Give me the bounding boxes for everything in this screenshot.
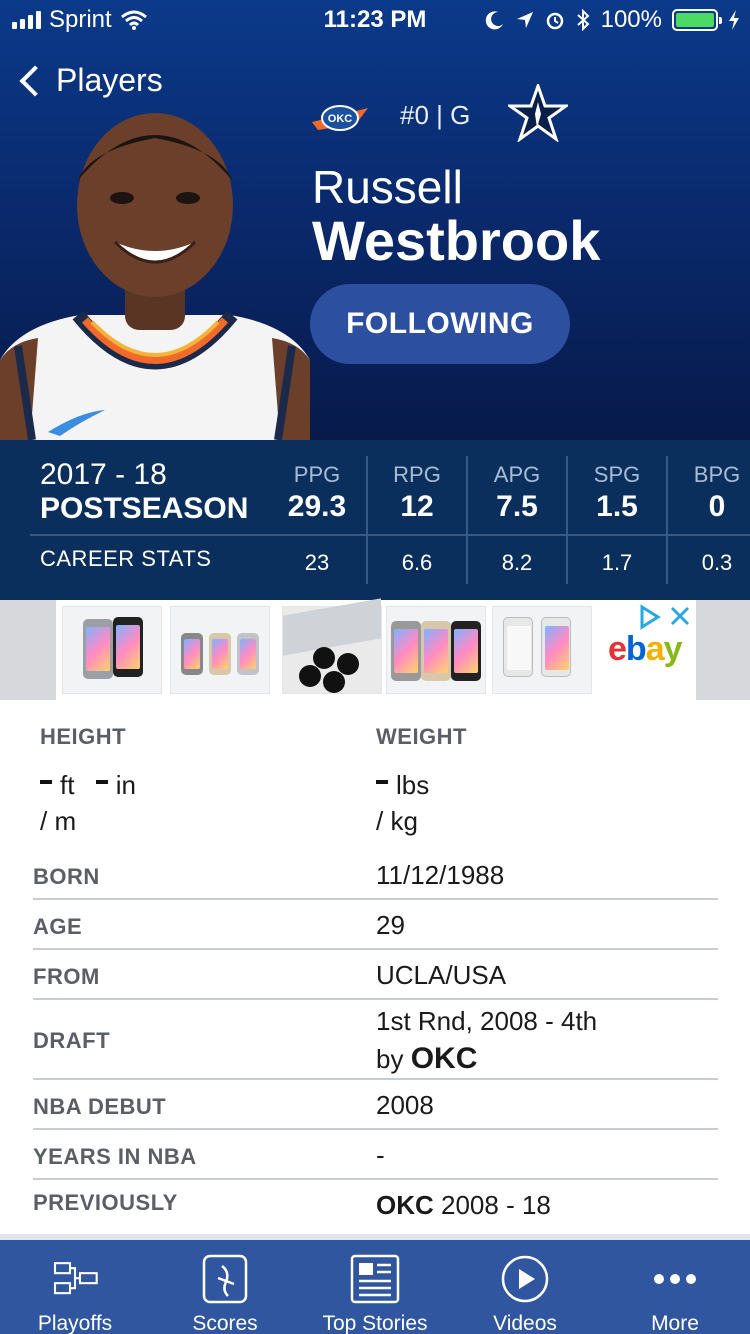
following-button[interactable]: FOLLOWING — [310, 284, 570, 364]
row-divider — [33, 898, 718, 900]
player-first-name: Russell — [312, 161, 463, 213]
stat-career-value: 23 — [304, 550, 330, 575]
all-star-icon — [508, 84, 568, 142]
bio-key: PREVIOUSLY — [33, 1190, 178, 1215]
weight-value: lbs — [376, 770, 429, 801]
scores-icon — [202, 1254, 248, 1304]
ad-product-image[interactable] — [62, 606, 162, 694]
okc-team-logo: OKC — [312, 105, 368, 131]
height-metric: / m — [40, 806, 77, 836]
bracket-icon — [53, 1262, 98, 1295]
tab-scores[interactable]: Scores — [150, 1246, 300, 1334]
row-divider — [33, 1128, 718, 1130]
chevron-left-icon — [19, 64, 51, 97]
stat-label: RPG — [393, 462, 441, 487]
player-photo — [0, 113, 310, 440]
tab-label: More — [651, 1312, 699, 1334]
tab-playoffs[interactable]: Playoffs — [0, 1246, 150, 1334]
tab-label: Top Stories — [322, 1312, 428, 1334]
bluetooth-icon — [576, 9, 590, 31]
player-last-name: Westbrook — [312, 209, 601, 272]
row-divider — [33, 1178, 718, 1180]
tab-more[interactable]: More — [600, 1246, 750, 1334]
ad-banner[interactable]: ebay — [0, 598, 750, 700]
alarm-icon — [546, 12, 563, 30]
bio-value: 29 — [376, 910, 405, 940]
bio-key: BORN — [33, 864, 100, 889]
stat-label: PPG — [293, 462, 341, 487]
bio-value: 2008 — [376, 1090, 434, 1120]
bio-value-line1: 1st Rnd, 2008 - 4th — [376, 1006, 598, 1036]
tab-label: Playoffs — [37, 1312, 113, 1334]
stat-career-value: 0.3 — [701, 550, 733, 575]
ad-product-image[interactable] — [170, 606, 270, 694]
jersey-number-position: #0 | G — [400, 100, 471, 130]
bio-value-line2: by OKC — [376, 1042, 478, 1075]
stat-spg: SPG 1.5 1.7 — [567, 454, 667, 586]
stat-label: BPG — [693, 462, 741, 487]
stat-ppg: PPG 29.3 23 — [267, 454, 367, 586]
stat-value: 29.3 — [287, 490, 347, 523]
play-icon — [501, 1255, 549, 1303]
bio-key: NBA DEBUT — [33, 1094, 167, 1119]
tab-top-stories[interactable]: Top Stories — [300, 1246, 450, 1334]
bio-value: 11/12/1988 — [376, 860, 505, 890]
moon-icon — [485, 11, 503, 30]
stat-label: SPG — [593, 462, 641, 487]
row-divider — [33, 1078, 718, 1080]
location-icon — [516, 12, 533, 28]
battery-percent: 100% — [600, 6, 662, 33]
team-logo-text: OKC — [328, 113, 353, 125]
stat-career-value: 8.2 — [501, 550, 533, 575]
stat-career-value: 1.7 — [601, 550, 633, 575]
tab-label: Scores — [192, 1312, 258, 1334]
stat-label: APG — [493, 462, 541, 487]
career-stats-label: CAREER STATS — [40, 546, 212, 571]
tab-label: Videos — [493, 1312, 557, 1334]
stat-value: 1.5 — [596, 490, 638, 523]
bio-key: AGE — [33, 914, 83, 939]
row-divider — [33, 948, 718, 950]
battery-icon — [672, 9, 722, 31]
ad-product-image[interactable] — [386, 606, 486, 694]
season-type: POSTSEASON — [40, 492, 249, 525]
player-header: Sprint 11:23 PM 100% Players OKC #0 | G … — [0, 0, 750, 440]
ad-choices-icon[interactable] — [638, 604, 694, 630]
tab-videos[interactable]: Videos — [450, 1246, 600, 1334]
height-label: HEIGHT — [40, 724, 127, 749]
stat-rpg: RPG 12 6.6 — [367, 454, 467, 586]
ebay-logo[interactable]: ebay — [608, 630, 683, 669]
season-year: 2017 - 18 — [40, 458, 167, 491]
bio-key: YEARS IN NBA — [33, 1144, 197, 1169]
stat-value: 0 — [708, 490, 726, 523]
stat-career-value: 6.6 — [401, 550, 433, 575]
charging-icon — [729, 10, 739, 30]
player-profile-screen: Sprint 11:23 PM 100% Players OKC #0 | G … — [0, 0, 750, 1334]
ad-product-image[interactable] — [282, 598, 382, 694]
status-right: 100% — [485, 6, 740, 34]
bio-key: DRAFT — [33, 1028, 111, 1053]
stat-value: 7.5 — [496, 490, 538, 523]
stat-bpg: BPG 0 0.3 — [667, 454, 750, 586]
height-value: ft in — [40, 770, 136, 801]
tab-bar: Playoffs Scores Top Stories Videos More — [0, 1234, 750, 1334]
bio-value: OKC 2008 - 18 — [376, 1190, 551, 1220]
ad-content[interactable]: ebay — [56, 598, 696, 700]
ad-product-image[interactable] — [492, 606, 592, 694]
status-bar: Sprint 11:23 PM 100% — [0, 0, 750, 40]
stat-value: 12 — [400, 490, 434, 523]
stats-strip: 2017 - 18 POSTSEASON CAREER STATS PPG 29… — [0, 440, 750, 600]
bio-value: - — [376, 1140, 385, 1170]
bio-value: UCLA/USA — [376, 960, 507, 990]
more-icon — [654, 1274, 696, 1284]
weight-label: WEIGHT — [376, 724, 467, 749]
weight-metric: / kg — [376, 806, 418, 836]
row-divider — [33, 998, 718, 1000]
news-icon — [350, 1254, 400, 1304]
stat-apg: APG 7.5 8.2 — [467, 454, 567, 586]
player-bio: HEIGHT ft in / m WEIGHT lbs / kg BORN 11… — [0, 700, 750, 1234]
back-button[interactable]: Players — [16, 62, 163, 99]
back-label: Players — [56, 62, 163, 98]
bio-key: FROM — [33, 964, 100, 989]
